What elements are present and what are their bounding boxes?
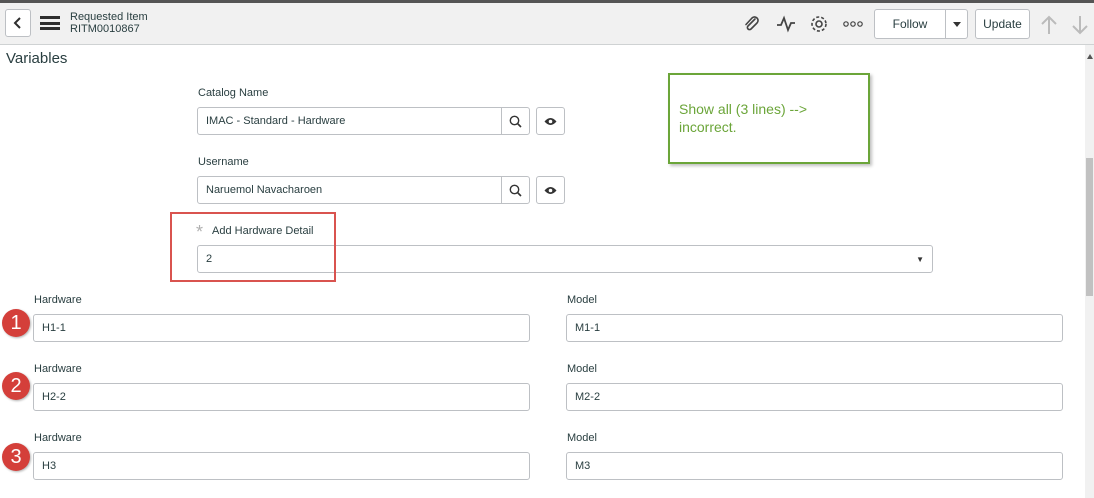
model-input-1[interactable]: M1-1 — [566, 314, 1063, 342]
search-icon — [509, 184, 522, 197]
chevron-left-icon — [13, 17, 21, 29]
scrollbar-thumb[interactable] — [1086, 158, 1093, 296]
hardware-label-2: Hardware — [34, 363, 82, 375]
hardware-input-2[interactable]: H2-2 — [33, 383, 530, 411]
scroll-up-arrow-icon[interactable] — [1087, 54, 1093, 59]
eye-icon — [544, 186, 557, 194]
model-label-1: Model — [567, 294, 597, 306]
catalog-name-input[interactable]: IMAC - Standard - Hardware — [197, 107, 502, 135]
hardware-input-1[interactable]: H1-1 — [33, 314, 530, 342]
catalog-preview-button[interactable] — [536, 107, 565, 135]
gear-icon[interactable] — [808, 13, 830, 35]
model-label-3: Model — [567, 432, 597, 444]
select-caret-icon: ▼ — [916, 255, 924, 264]
caret-down-icon — [952, 21, 961, 27]
catalog-lookup-button[interactable] — [501, 107, 530, 135]
form-title: Requested Item — [70, 11, 148, 23]
paperclip-icon[interactable] — [741, 13, 763, 35]
back-button[interactable] — [5, 9, 31, 37]
hardware-label-1: Hardware — [34, 294, 82, 306]
annotation-note: Show all (3 lines) --> incorrect. — [668, 73, 870, 164]
username-input[interactable]: Naruemol Navacharoen — [197, 176, 502, 204]
annotation-highlight-box — [170, 212, 336, 282]
hardware-label-3: Hardware — [34, 432, 82, 444]
catalog-name-label: Catalog Name — [198, 87, 269, 99]
model-input-2[interactable]: M2-2 — [566, 383, 1063, 411]
username-lookup-button[interactable] — [501, 176, 530, 204]
annotation-badge-2: 2 — [2, 372, 30, 400]
activity-icon[interactable] — [775, 13, 797, 35]
more-options-icon[interactable] — [842, 13, 864, 35]
arrow-up-icon[interactable] — [1040, 15, 1058, 40]
model-label-2: Model — [567, 363, 597, 375]
search-icon — [509, 115, 522, 128]
arrow-down-icon[interactable] — [1071, 15, 1089, 40]
record-number: RITM0010867 — [70, 23, 140, 35]
update-button[interactable]: Update — [975, 9, 1030, 39]
form-header: Requested Item RITM0010867 Follow Update — [0, 0, 1094, 45]
annotation-badge-3: 3 — [2, 443, 30, 471]
username-preview-button[interactable] — [536, 176, 565, 204]
section-title: Variables — [6, 50, 68, 67]
hardware-input-3[interactable]: H3 — [33, 452, 530, 480]
hamburger-icon[interactable] — [40, 16, 60, 30]
username-label: Username — [198, 156, 249, 168]
model-input-3[interactable]: M3 — [566, 452, 1063, 480]
follow-button[interactable]: Follow — [874, 9, 946, 39]
annotation-badge-1: 1 — [2, 309, 30, 337]
follow-dropdown-button[interactable] — [945, 9, 968, 39]
eye-icon — [544, 117, 557, 125]
